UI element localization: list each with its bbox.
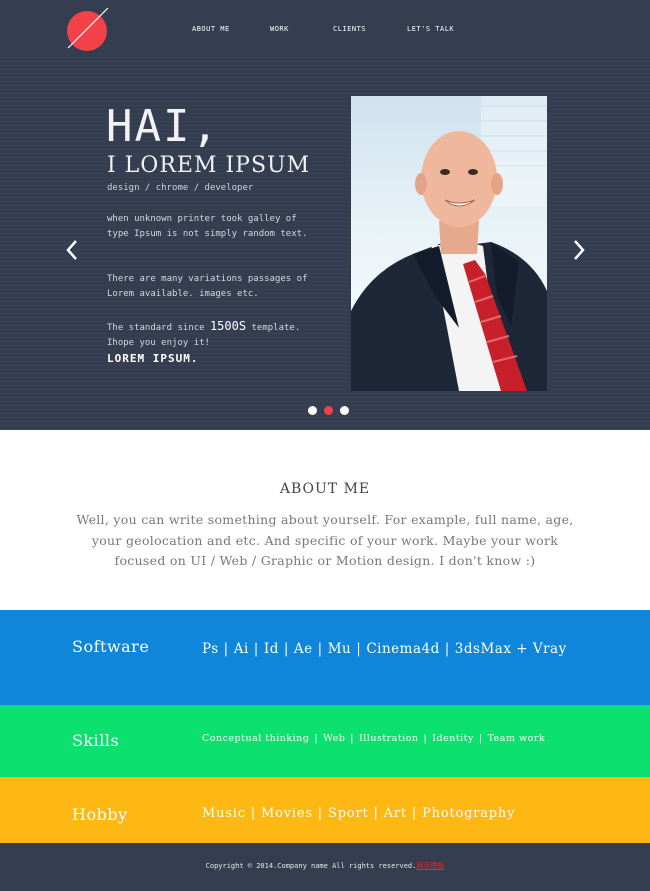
hobby-section: Hobby Music | Movies | Sport | Art | Photography xyxy=(0,777,650,843)
hobby-item: Art xyxy=(383,806,407,821)
copyright-label: Copyright © 2014.Company name All rights… xyxy=(205,862,417,870)
about-section: ABOUT ME Well, you can write something a… xyxy=(0,430,650,610)
skill-item: Team work xyxy=(487,733,546,744)
skill-item: Conceptual thinking xyxy=(202,733,310,744)
nav-lets-talk[interactable]: LET'S TALK xyxy=(407,25,454,33)
nav-clients[interactable]: CLIENTS xyxy=(333,25,366,33)
hobby-item: Music xyxy=(202,806,246,821)
hero-tagline: design / chrome / developer xyxy=(107,183,254,193)
hero-paragraph-2: There are many variations passages of Lo… xyxy=(107,274,308,299)
skill-item: Identity xyxy=(432,733,474,744)
software-item: Ai xyxy=(233,641,249,657)
slider-dot-1[interactable] xyxy=(308,406,317,415)
software-item: Id xyxy=(263,641,279,657)
hero-slider: HAI, I LOREM IPSUM design / chrome / dev… xyxy=(0,57,650,430)
hero-title: HAI, xyxy=(106,101,220,152)
software-section: Software Ps | Ai | Id | Ae | Mu | Cinema4d | 3dsMax … xyxy=(0,610,650,705)
skill-item: Web xyxy=(323,733,346,744)
software-item: 3dsMax + Vray xyxy=(454,641,567,657)
nav-work[interactable]: WORK xyxy=(270,25,289,33)
site-header: ABOUT ME WORK CLIENTS LET'S TALK xyxy=(0,0,650,58)
hero-subtitle: I LOREM IPSUM xyxy=(107,153,311,178)
skills-label: Skills xyxy=(72,731,120,750)
copyright-text: Copyright © 2014.Company name All rights… xyxy=(0,861,650,871)
slider-dot-3[interactable] xyxy=(340,406,349,415)
chevron-left-icon[interactable] xyxy=(64,239,80,261)
hobby-list: Music | Movies | Sport | Art | Photography xyxy=(202,806,516,821)
about-title: ABOUT ME xyxy=(279,481,371,497)
slider-dot-2[interactable] xyxy=(324,406,333,415)
software-item: Cinema4d xyxy=(366,641,440,657)
hobby-label: Hobby xyxy=(72,805,128,824)
software-item: Ps xyxy=(202,641,219,657)
software-item: Ae xyxy=(293,641,313,657)
skill-item: Illustration xyxy=(359,733,419,744)
logo-icon[interactable] xyxy=(66,8,110,52)
hero-paragraph-3: The standard since 1500S template. Ihope… xyxy=(107,319,301,365)
hobby-item: Movies xyxy=(260,806,313,821)
hero-paragraph-1: when unknown printer took galley of type… xyxy=(107,214,308,239)
about-text: Well, you can write something about your… xyxy=(76,512,574,568)
chevron-right-icon[interactable] xyxy=(571,239,587,261)
skills-list: Conceptual thinking | Web | Illustration | Ide… xyxy=(202,733,546,744)
hobby-item: Photography xyxy=(422,806,516,821)
software-label: Software xyxy=(72,637,150,656)
profile-photo xyxy=(351,96,547,391)
hobby-item: Sport xyxy=(327,806,369,821)
site-footer: Copyright © 2014.Company name All rights… xyxy=(0,843,650,891)
software-item: Mu xyxy=(327,641,352,657)
nav-about-me[interactable]: ABOUT ME xyxy=(192,25,230,33)
software-list: Ps | Ai | Id | Ae | Mu | Cinema4d | 3dsMax + Vray xyxy=(202,641,567,657)
skills-section: Skills Conceptual thinking | Web | Illustrat… xyxy=(0,705,650,777)
footer-link[interactable]: 网页模板 xyxy=(416,862,444,870)
